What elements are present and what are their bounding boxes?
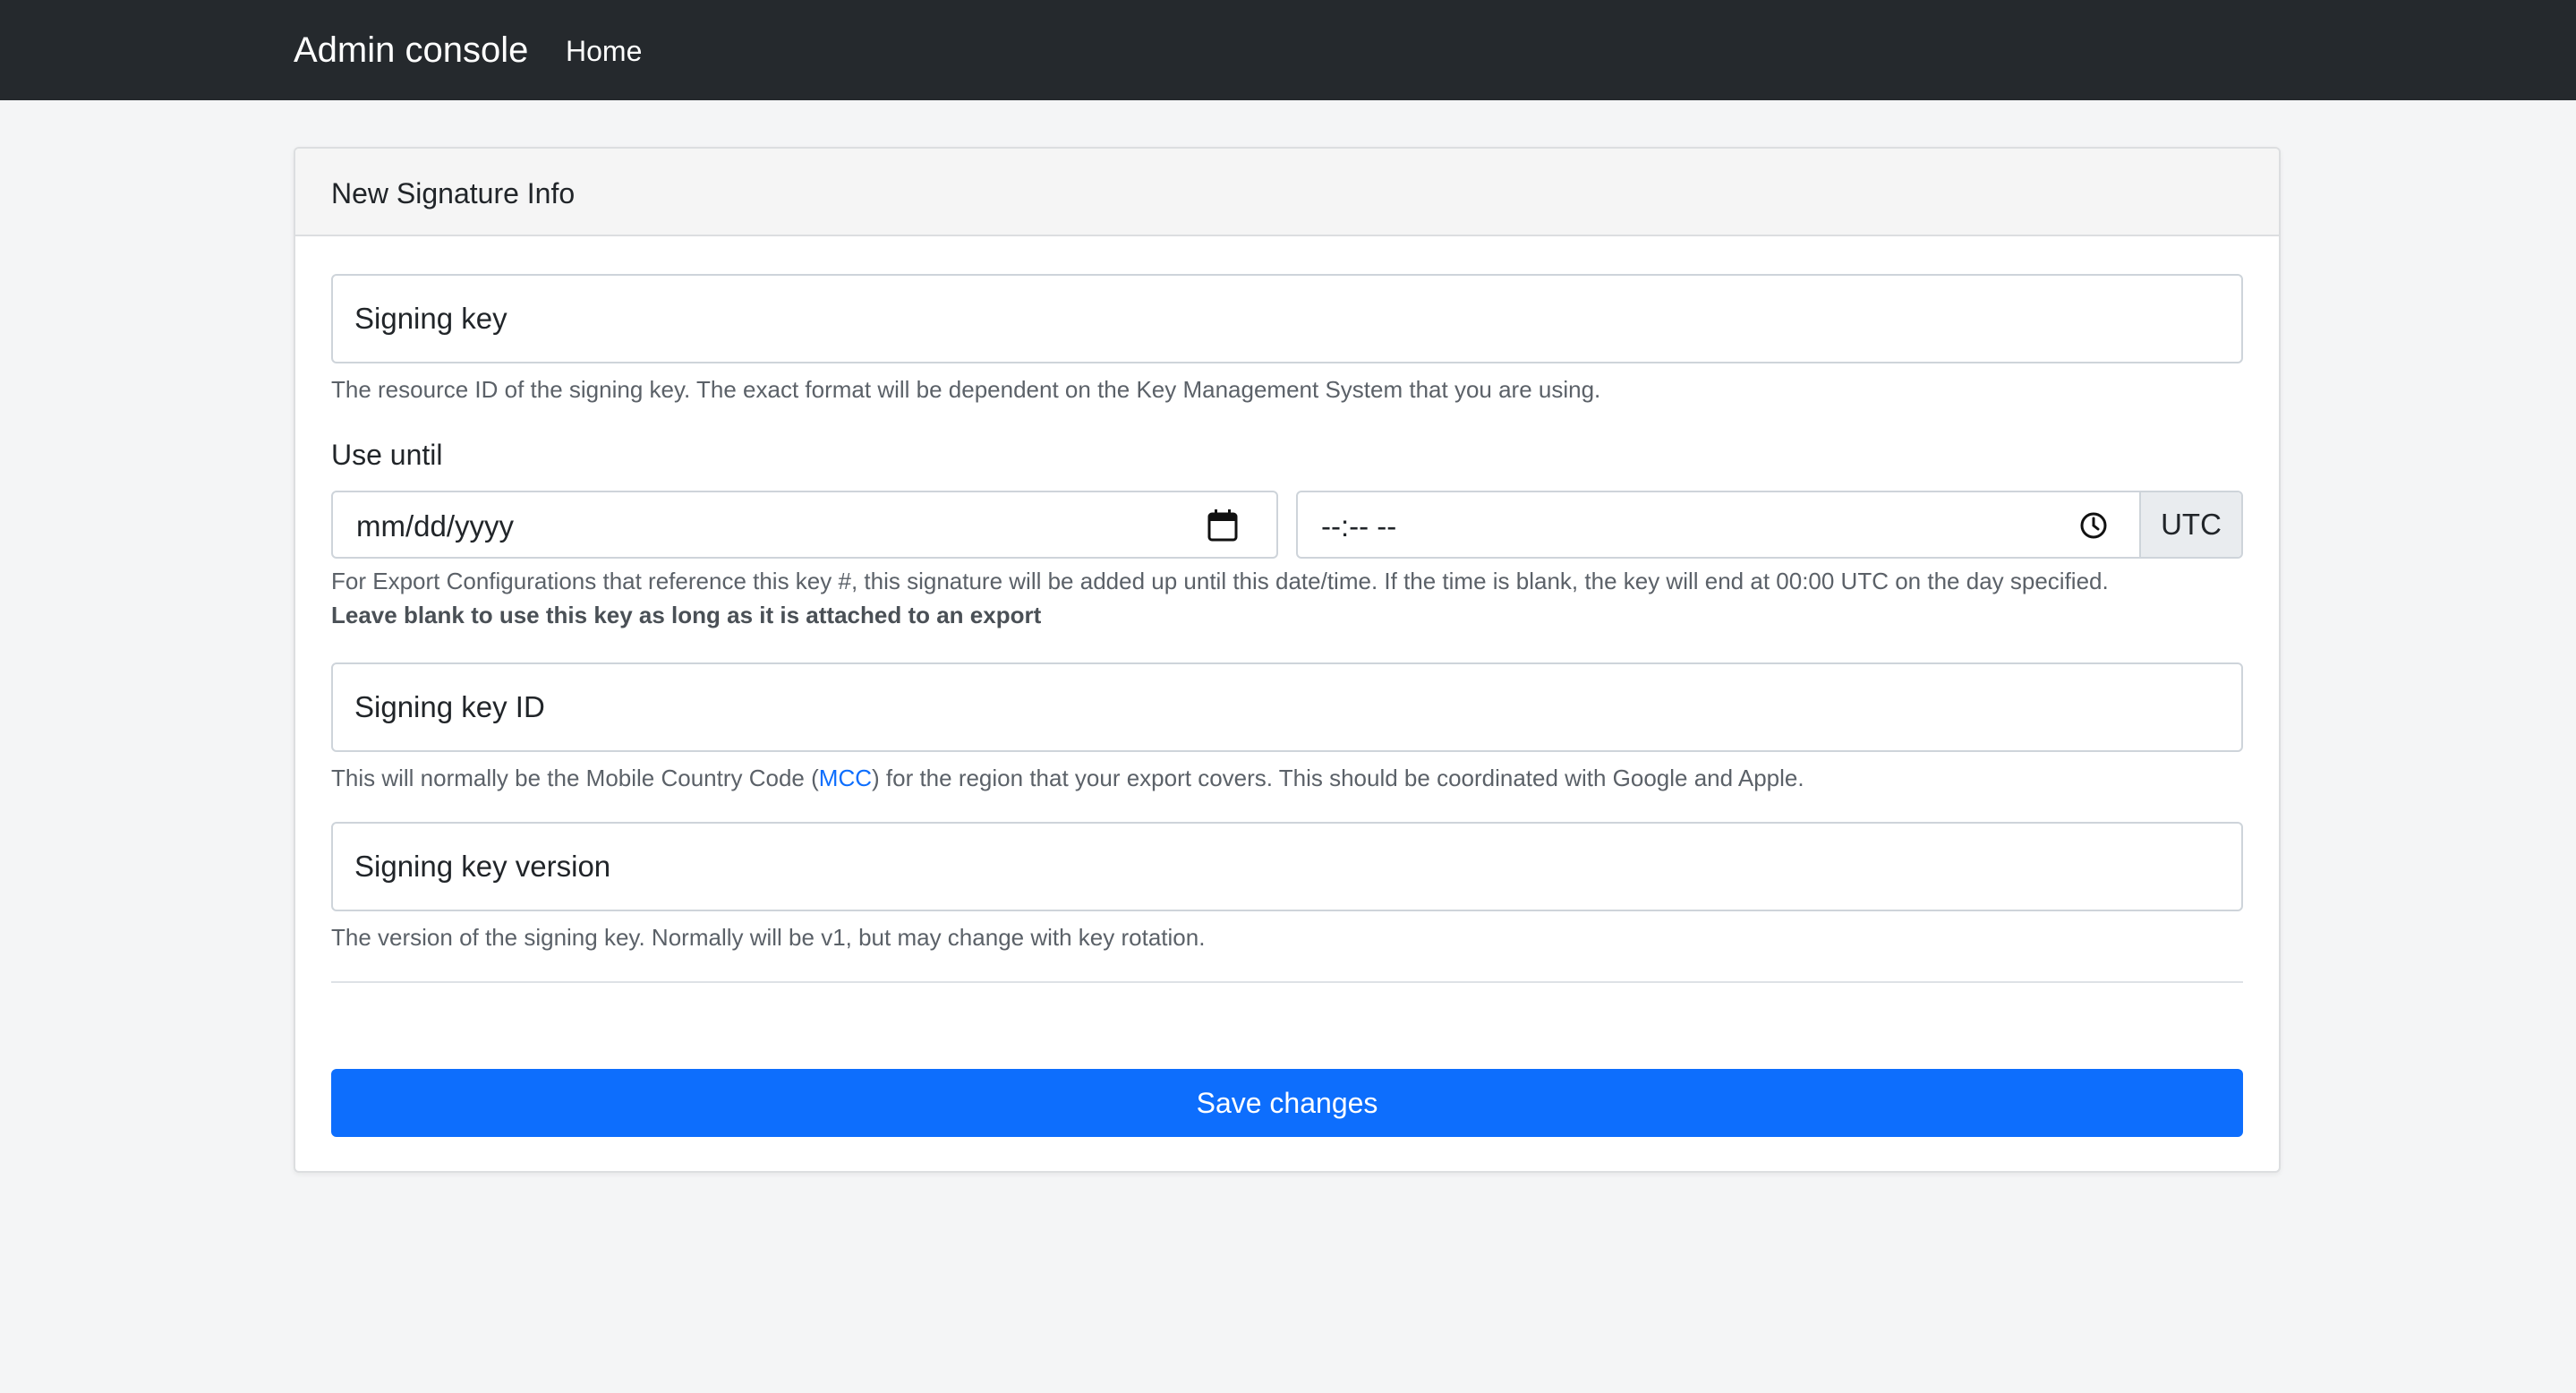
time-placeholder: --:-- --: [1321, 509, 1397, 543]
mcc-link[interactable]: MCC: [819, 765, 872, 791]
clock-icon[interactable]: [2078, 510, 2109, 541]
signing-key-version-input[interactable]: [331, 822, 2243, 911]
calendar-icon[interactable]: [1207, 508, 1239, 543]
signing-key-version-help: The version of the signing key. Normally…: [331, 924, 1206, 951]
signature-form-card: New Signature Info The resource ID of th…: [294, 147, 2281, 1173]
use-until-help-strong-line: Leave blank to use this key as long as i…: [331, 598, 1041, 632]
save-changes-button[interactable]: Save changes: [331, 1069, 2243, 1137]
brand-link[interactable]: Admin console: [294, 27, 528, 73]
top-navbar: Admin console Home: [0, 0, 2576, 100]
use-until-help: For Export Configurations that reference…: [331, 568, 2109, 594]
use-until-date-input[interactable]: mm/dd/yyyy: [331, 491, 1278, 559]
signing-key-help: The resource ID of the signing key. The …: [331, 376, 1601, 403]
card-header: New Signature Info: [295, 149, 2279, 236]
date-placeholder: mm/dd/yyyy: [356, 509, 515, 543]
signing-key-id-help: This will normally be the Mobile Country…: [331, 761, 1804, 795]
form-divider: [331, 981, 2243, 983]
signing-key-id-help-before: This will normally be the Mobile Country…: [331, 765, 819, 791]
signing-key-id-help-after: ) for the region that your export covers…: [872, 765, 1804, 791]
card-title: New Signature Info: [331, 177, 576, 209]
use-until-time-input[interactable]: --:-- -- UTC: [1296, 491, 2243, 559]
nav-home-link[interactable]: Home: [566, 32, 642, 70]
signing-key-id-input[interactable]: [331, 662, 2243, 752]
timezone-addon: UTC: [2139, 492, 2241, 557]
signing-key-input[interactable]: [331, 274, 2243, 363]
use-until-help-strong: Leave blank to use this key as long as i…: [331, 602, 1042, 628]
use-until-label: Use until: [331, 439, 443, 471]
